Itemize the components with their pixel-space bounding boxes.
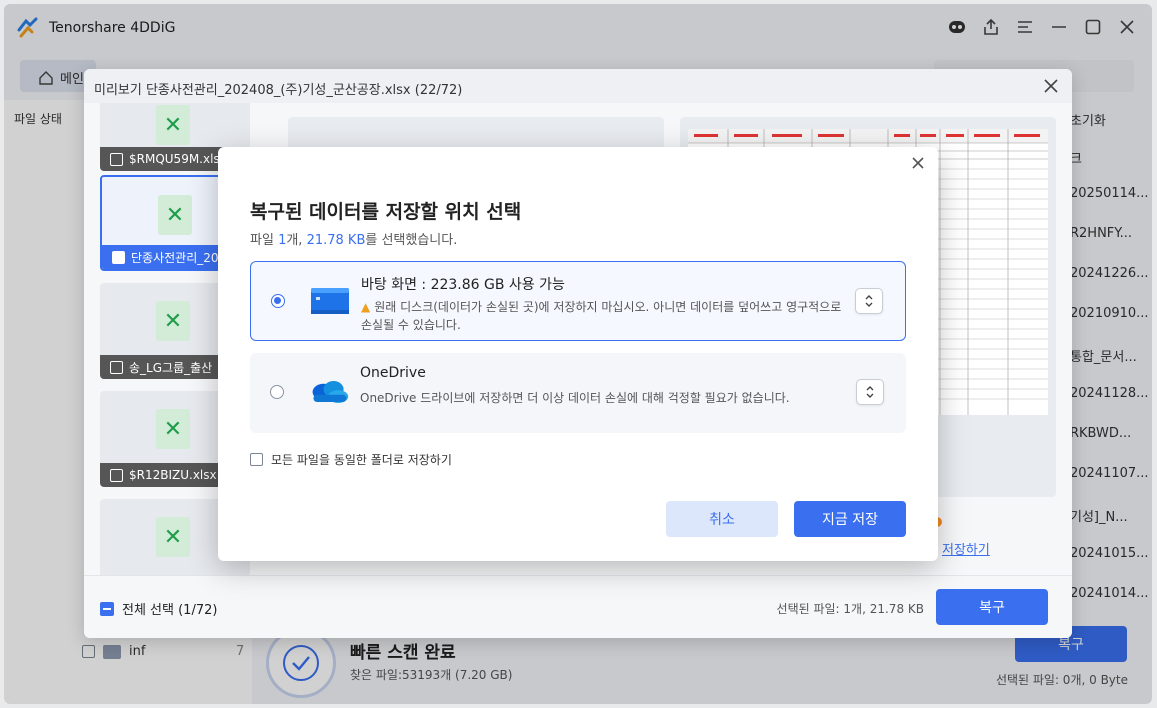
desktop-option-desc: 원래 디스크(데이터가 손실된 곳)에 저장하지 마십시오. 아니면 데이터를 … [361,300,842,332]
onedrive-location-picker[interactable] [856,379,884,405]
cancel-button[interactable]: 취소 [666,501,778,537]
option-desktop[interactable]: 바탕 화면 : 223.86 GB 사용 가능 ▲ 원래 디스크(데이터가 손실된… [250,261,906,341]
subtitle-size: 21.78 KB [306,233,366,248]
excel-file-icon: ✕ [156,517,190,557]
dialog-title: 복구된 데이터를 저장할 위치 선택 [250,201,522,223]
save-now-button[interactable]: 지금 저장 [794,501,906,537]
subtitle-prefix: 파일 [250,233,279,248]
select-all-indicator-icon [100,601,114,616]
same-folder-checkbox[interactable]: 모든 파일을 동일한 폴더로 저장하기 [250,451,452,468]
excel-file-icon: ✕ [156,105,190,145]
onedrive-option-desc: OneDrive 드라이브에 저장하면 더 이상 데이터 손실에 대해 걱정할 … [360,391,790,405]
thumbnail-checkbox[interactable] [110,360,123,374]
warning-icon: ▲ [361,300,371,314]
preview-recover-button[interactable]: 복구 [936,589,1048,625]
chevron-up-down-icon [865,295,873,307]
thumbnail-checkbox[interactable] [112,250,125,264]
desktop-icon [311,288,349,314]
save-location-dialog: 복구된 데이터를 저장할 위치 선택 파일 1개, 21.78 KB를 선택했습… [218,147,938,561]
option-onedrive[interactable]: OneDrive OneDrive 드라이브에 저장하면 더 이상 데이터 손실… [250,353,906,433]
desktop-radio[interactable] [271,294,285,308]
preview-header: 미리보기 단종사전관리_202408_(주)기성_군산공장.xlsx (22/7… [84,69,1072,103]
preview-selected-info: 선택된 파일: 1개, 21.78 KB [776,602,924,616]
onedrive-radio[interactable] [270,385,284,399]
thumbnail-label: 송_LG그룹_출산 [129,360,213,375]
thumbnail-label: $RMQU59M.xlsx [129,152,227,166]
onedrive-option-name: OneDrive [360,365,426,381]
same-folder-label: 모든 파일을 동일한 폴더로 저장하기 [271,453,452,467]
thumbnail-label: $R12BIZU.xlsx [129,468,217,482]
onedrive-icon [312,381,349,403]
subtitle-mid: 개, [286,233,307,248]
save-link[interactable]: 저장하기 [942,539,990,558]
select-all-checkbox[interactable]: 전체 선택 (1/72) [100,599,217,618]
excel-file-icon: ✕ [158,195,192,235]
select-all-label: 전체 선택 (1/72) [122,603,218,618]
preview-title: 미리보기 단종사전관리_202408_(주)기성_군산공장.xlsx (22/7… [94,83,463,98]
subtitle-suffix: 를 선택했습니다. [365,233,458,248]
desktop-option-name: 바탕 화면 : 223.86 GB 사용 가능 [361,277,565,293]
dialog-close-icon[interactable] [910,155,926,171]
excel-file-icon: ✕ [156,301,190,341]
excel-file-icon: ✕ [156,409,190,449]
chevron-up-down-icon [866,386,874,398]
desktop-option-desc-wrap: ▲ 원래 디스크(데이터가 손실된 곳)에 저장하지 마십시오. 아니면 데이터를… [361,298,851,334]
thumbnail-checkbox[interactable] [110,152,123,166]
thumbnail-checkbox[interactable] [110,468,123,482]
desktop-location-picker[interactable] [855,288,883,314]
dialog-subtitle: 파일 1개, 21.78 KB를 선택했습니다. [250,229,457,248]
preview-close-icon[interactable] [1042,77,1060,95]
same-folder-box[interactable] [250,453,263,466]
